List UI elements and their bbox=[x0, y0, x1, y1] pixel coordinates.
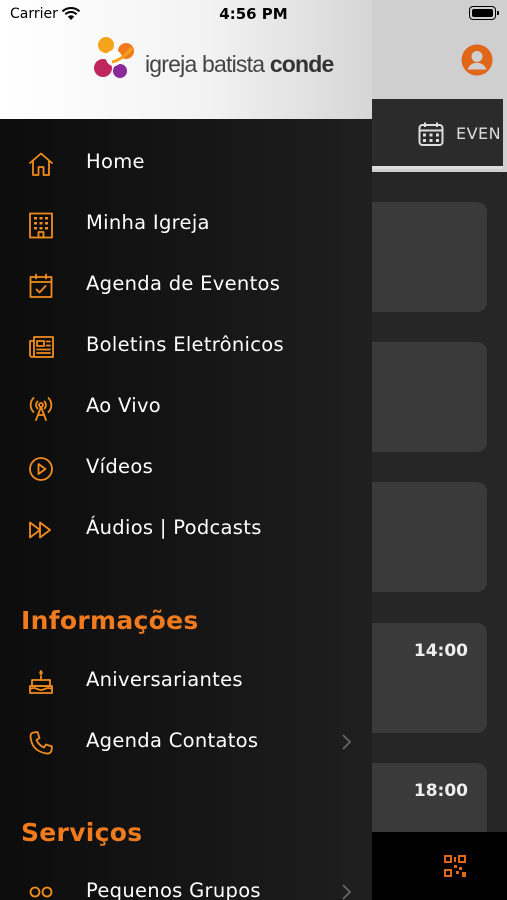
menu-item-minha-igreja[interactable]: Minha Igreja bbox=[0, 199, 372, 249]
status-bar: Carrier 4:56 PM bbox=[0, 0, 507, 28]
cake-icon bbox=[29, 670, 53, 694]
clock: 4:56 PM bbox=[219, 5, 288, 23]
building-icon bbox=[29, 212, 53, 239]
event-time: 18:00 bbox=[413, 781, 468, 801]
play-circle-icon bbox=[29, 457, 53, 481]
tab-label: EVEN bbox=[456, 124, 502, 143]
menu-item-label: Aniversariantes bbox=[86, 668, 243, 691]
calendar-icon bbox=[418, 122, 444, 146]
menu-item-label: Boletins Eletrônicos bbox=[86, 333, 284, 356]
menu-item-label: Pequenos Grupos bbox=[86, 879, 261, 900]
menu-item-pequenos-grupos[interactable]: Pequenos Grupos bbox=[0, 867, 372, 900]
menu-item-audios-podcasts[interactable]: Áudios | Podcasts bbox=[0, 504, 372, 554]
tab-eventos[interactable]: EVEN bbox=[372, 99, 503, 169]
menu-item-aniversariantes[interactable]: Aniversariantes bbox=[0, 656, 372, 706]
menu-item-label: Home bbox=[86, 150, 145, 173]
battery-icon bbox=[469, 6, 499, 20]
home-icon bbox=[29, 152, 53, 176]
menu-item-home[interactable]: Home bbox=[0, 138, 372, 188]
bottom-bar bbox=[372, 832, 507, 900]
event-card[interactable] bbox=[372, 482, 487, 592]
section-title-servicos: Serviços bbox=[21, 818, 143, 847]
navigation-drawer: igreja batista conde Home Minha Igreja A… bbox=[0, 0, 372, 900]
menu-item-videos[interactable]: Vídeos bbox=[0, 443, 372, 493]
menu-item-label: Agenda Contatos bbox=[86, 729, 259, 752]
fast-forward-icon bbox=[29, 521, 51, 539]
menu-item-boletins[interactable]: Boletins Eletrônicos bbox=[0, 321, 372, 371]
calendar-check-icon bbox=[29, 273, 53, 298]
event-card[interactable] bbox=[372, 202, 487, 312]
phone-icon bbox=[29, 731, 53, 755]
newspaper-icon bbox=[29, 336, 54, 358]
chevron-right-icon bbox=[342, 884, 352, 900]
group-icon bbox=[29, 886, 53, 898]
church-logo: igreja batista conde bbox=[90, 33, 334, 89]
broadcast-icon bbox=[29, 397, 53, 421]
qr-code-icon[interactable] bbox=[444, 855, 466, 877]
menu-item-label: Vídeos bbox=[86, 455, 154, 478]
event-card[interactable]: 14:00 bbox=[372, 623, 487, 733]
chevron-right-icon bbox=[342, 734, 352, 750]
user-avatar-icon[interactable] bbox=[461, 44, 493, 76]
menu-item-ao-vivo[interactable]: Ao Vivo bbox=[0, 382, 372, 432]
event-time: 14:00 bbox=[413, 641, 468, 661]
menu-item-agenda-eventos[interactable]: Agenda de Eventos bbox=[0, 260, 372, 310]
menu-item-label: Áudios | Podcasts bbox=[86, 516, 262, 539]
menu-item-label: Agenda de Eventos bbox=[86, 272, 281, 295]
menu-item-label: Ao Vivo bbox=[86, 394, 162, 417]
logo-text: igreja batista conde bbox=[145, 51, 334, 77]
section-title-informacoes: Informações bbox=[21, 606, 199, 635]
event-card[interactable] bbox=[372, 342, 487, 452]
menu-item-agenda-contatos[interactable]: Agenda Contatos bbox=[0, 717, 372, 767]
menu-item-label: Minha Igreja bbox=[86, 211, 210, 234]
logo-mark-icon bbox=[94, 37, 134, 78]
